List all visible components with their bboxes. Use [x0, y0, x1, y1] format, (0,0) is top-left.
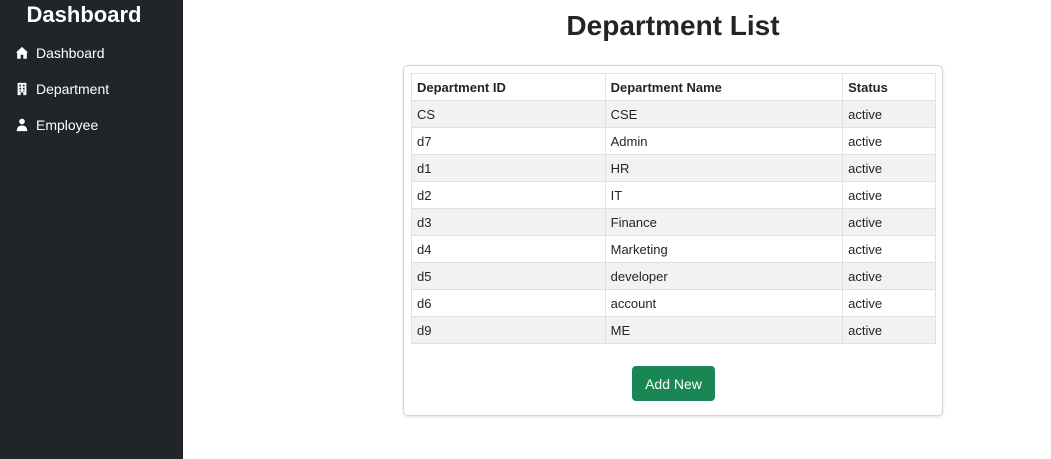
sidebar-item-employee[interactable]: Employee	[14, 115, 98, 135]
add-new-button[interactable]: Add New	[632, 366, 715, 401]
building-icon	[14, 81, 30, 97]
cell-department-name: IT	[604, 181, 844, 209]
cell-status: active	[842, 316, 936, 344]
cell-department-name: developer	[604, 262, 844, 290]
user-tie-icon	[14, 117, 30, 133]
cell-department-id: d4	[411, 235, 606, 263]
table-row: d5 developer active	[411, 262, 936, 290]
column-header-department-id: Department ID	[411, 73, 606, 101]
cell-status: active	[842, 154, 936, 182]
table-row: d2 IT active	[411, 181, 936, 209]
sidebar: Dashboard Dashboard Department Employee	[0, 0, 183, 459]
cell-department-name: Marketing	[604, 235, 844, 263]
cell-department-id: d5	[411, 262, 606, 290]
page-title: Department List	[566, 10, 780, 41]
sidebar-item-department[interactable]: Department	[14, 79, 109, 99]
cell-status: active	[842, 208, 936, 236]
cell-department-id: d1	[411, 154, 606, 182]
cell-department-id: d6	[411, 289, 606, 317]
sidebar-item-dashboard[interactable]: Dashboard	[14, 43, 105, 63]
table-row: d1 HR active	[411, 154, 936, 182]
table-header-row: Department ID Department Name Status	[411, 73, 936, 101]
cell-status: active	[842, 127, 936, 155]
cell-status: active	[842, 262, 936, 290]
column-header-status: Status	[842, 73, 936, 101]
table-row: CS CSE active	[411, 100, 936, 128]
cell-department-id: d7	[411, 127, 606, 155]
sidebar-title: Dashboard	[26, 2, 142, 27]
table-row: d9 ME active	[411, 316, 936, 344]
cell-department-name: account	[604, 289, 844, 317]
home-icon	[14, 45, 30, 61]
table-row: d7 Admin active	[411, 127, 936, 155]
table-row: d6 account active	[411, 289, 936, 317]
cell-department-name: CSE	[604, 100, 844, 128]
cell-status: active	[842, 181, 936, 209]
cell-status: active	[842, 235, 936, 263]
cell-status: active	[842, 289, 936, 317]
cell-department-name: Admin	[604, 127, 844, 155]
cell-department-id: CS	[411, 100, 606, 128]
sidebar-item-label: Dashboard	[36, 45, 105, 61]
cell-department-id: d9	[411, 316, 606, 344]
sidebar-item-label: Department	[36, 81, 110, 97]
cell-department-name: ME	[604, 316, 844, 344]
cell-department-name: Finance	[604, 208, 844, 236]
department-card: Department ID Department Name Status CS …	[403, 65, 943, 416]
department-table: Department ID Department Name Status CS …	[411, 73, 936, 344]
cell-department-id: d2	[411, 181, 606, 209]
cell-department-name: HR	[604, 154, 844, 182]
column-header-department-name: Department Name	[604, 73, 844, 101]
table-row: d3 Finance active	[411, 208, 936, 236]
cell-department-id: d3	[411, 208, 606, 236]
sidebar-item-label: Employee	[36, 117, 99, 133]
table-row: d4 Marketing active	[411, 235, 936, 263]
cell-status: active	[842, 100, 936, 128]
